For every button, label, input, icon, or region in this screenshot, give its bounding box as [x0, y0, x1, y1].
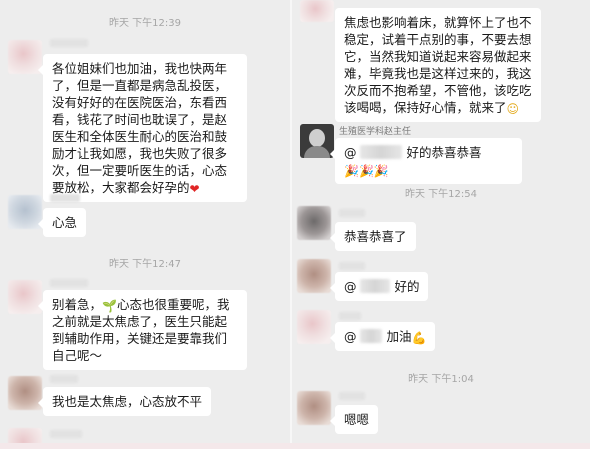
- message-bubble[interactable]: @ 好的恭喜恭喜 🎉🎉🎉: [330, 138, 522, 184]
- sender-nickname: [339, 262, 365, 270]
- message-text: 别着急，: [52, 297, 103, 312]
- party-popper-emoji-icon: 🎉🎉🎉: [344, 164, 389, 178]
- left-chat-screen: 昨天 下午12:39 各位姐妹们也加油，我也快两年了，但是一直都是病急乱投医，没…: [0, 0, 290, 449]
- sender-nickname: [50, 39, 88, 47]
- avatar[interactable]: [8, 40, 42, 74]
- avatar[interactable]: [297, 259, 331, 293]
- message-text: 好的: [394, 279, 420, 294]
- avatar[interactable]: [8, 280, 42, 314]
- right-chat-screen: 焦虑也影响着床，就算怀上了也不稳定，试着干点别的事，不要去想它，当然我知道说起来…: [292, 0, 590, 449]
- message-text: 我也是太焦虑，心态放不平: [52, 394, 203, 409]
- sender-nickname: [339, 209, 365, 217]
- sender-nickname: [50, 430, 82, 438]
- message-bubble[interactable]: 心急: [37, 208, 87, 237]
- mention-prefix: @: [344, 279, 357, 294]
- message-bubble[interactable]: @ 加油💪: [329, 322, 436, 351]
- mention-prefix: @: [344, 329, 357, 344]
- sprout-emoji-icon: 🌱: [102, 299, 117, 313]
- avatar-face: [309, 129, 325, 147]
- avatar[interactable]: [297, 391, 331, 425]
- sender-nickname: [50, 194, 80, 202]
- sender-nickname: [339, 312, 361, 320]
- message-text: 好的恭喜恭喜: [406, 145, 482, 160]
- message-bubble[interactable]: 恭喜恭喜了: [330, 222, 416, 251]
- timestamp: 昨天 下午12:54: [405, 189, 477, 200]
- mention-prefix: @: [344, 145, 357, 160]
- heart-emoji-icon: ❤: [189, 182, 200, 196]
- avatar[interactable]: [297, 206, 331, 240]
- redacted-name: [360, 279, 391, 293]
- timestamp: 昨天 下午1:04: [408, 374, 474, 385]
- redacted-name: [360, 329, 383, 343]
- message-text: 加油: [386, 329, 412, 344]
- message-bubble[interactable]: 别着急，🌱心态也很重要呢，我之前就是太焦虑了，医生只能起到辅助作用，关键还是要靠…: [38, 290, 247, 370]
- timestamp: 昨天 下午12:39: [109, 18, 181, 29]
- avatar-body: [304, 146, 330, 158]
- message-text: 各位姐妹们也加油，我也快两年了，但是一直都是病急乱投医，没有好好的在医院医治，东…: [52, 61, 228, 195]
- sender-nickname: [339, 392, 365, 400]
- message-text: 恭喜恭喜了: [344, 229, 407, 244]
- avatar[interactable]: [8, 195, 42, 229]
- sender-name: 生殖医学科赵主任: [339, 127, 412, 137]
- message-bubble[interactable]: @ 好的: [329, 272, 429, 301]
- avatar[interactable]: [300, 0, 334, 22]
- message-bubble[interactable]: 我也是太焦虑，心态放不平: [37, 387, 212, 416]
- message-text: 嗯嗯: [344, 412, 370, 427]
- doctor-avatar[interactable]: [300, 124, 334, 158]
- smile-emoji-icon: ☺: [506, 102, 520, 116]
- message-bubble[interactable]: 嗯嗯: [329, 405, 379, 434]
- flexed-biceps-emoji-icon: 💪: [411, 331, 427, 345]
- redacted-name: [360, 145, 403, 159]
- message-text: 心急: [52, 215, 78, 230]
- timestamp: 昨天 下午12:47: [109, 259, 181, 270]
- avatar[interactable]: [8, 376, 42, 410]
- avatar[interactable]: [297, 310, 331, 344]
- bottom-edge: [0, 443, 590, 449]
- message-text: 焦虑也影响着床，就算怀上了也不稳定，试着干点别的事，不要去想它，当然我知道说起来…: [344, 15, 532, 115]
- sender-nickname: [50, 279, 88, 287]
- message-bubble[interactable]: 各位姐妹们也加油，我也快两年了，但是一直都是病急乱投医，没有好好的在医院医治，东…: [38, 54, 247, 202]
- message-bubble[interactable]: 焦虑也影响着床，就算怀上了也不稳定，试着干点别的事，不要去想它，当然我知道说起来…: [335, 8, 541, 122]
- sender-nickname: [50, 375, 78, 383]
